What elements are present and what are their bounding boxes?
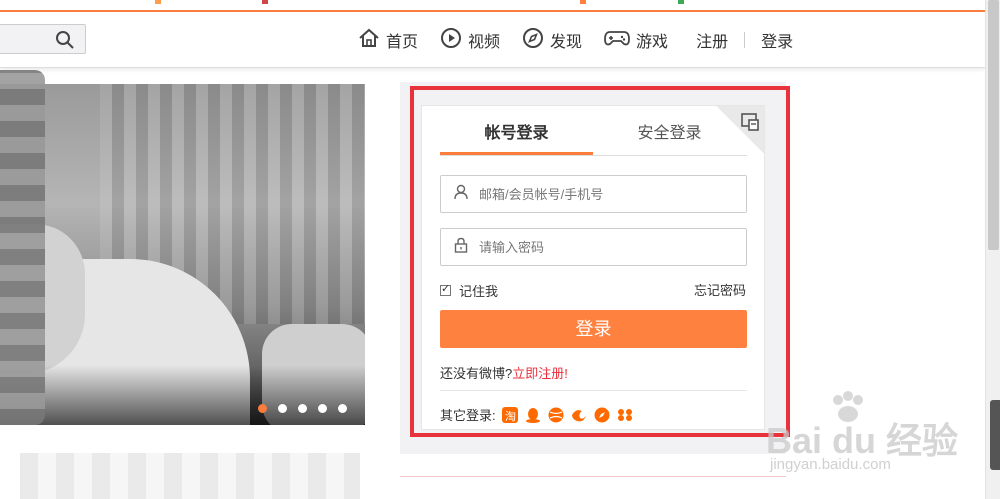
main-nav: 首页 视频 发现 游戏 注册 登录 [358,26,793,54]
carousel-image[interactable] [0,84,365,425]
carousel-dot[interactable] [318,404,327,413]
nav-item-label: 视频 [468,34,501,51]
top-navbar: 首页 视频 发现 游戏 注册 登录 [0,12,985,68]
panel-bottom-edge [400,476,786,499]
top-accent-bar [0,0,985,12]
baidu-jingyan-watermark: Bai du 经验 jingyan.baidu.com [766,390,986,480]
carousel-dot-active[interactable] [258,404,267,413]
carousel-dots [258,404,358,413]
watermark-url: jingyan.baidu.com [770,456,891,473]
video-icon [440,27,468,54]
scrollbar-thumb[interactable] [988,0,999,250]
image-gradient [0,365,365,425]
nav-item-video[interactable]: 视频 [440,27,500,54]
carousel-dot[interactable] [278,404,287,413]
blurred-text-block [20,453,360,499]
register-link[interactable]: 注册 [696,28,728,52]
compass-icon [522,27,550,54]
carousel-dot[interactable] [338,404,347,413]
nav-item-home[interactable]: 首页 [358,27,418,54]
gamepad-icon [604,27,636,54]
search-input[interactable] [0,24,86,54]
home-icon [358,27,386,54]
nav-item-label: 游戏 [636,34,669,51]
side-widget[interactable] [990,400,1000,470]
search-icon[interactable] [55,30,75,55]
nav-item-label: 首页 [386,34,419,51]
nav-divider [744,32,746,48]
highlight-box [410,86,790,437]
carousel-dot[interactable] [298,404,307,413]
nav-item-discover[interactable]: 发现 [522,27,582,54]
nav-item-label: 发现 [550,34,583,51]
login-link[interactable]: 登录 [761,28,793,52]
nav-item-games[interactable]: 游戏 [604,27,668,54]
pixelated-area [0,70,45,425]
